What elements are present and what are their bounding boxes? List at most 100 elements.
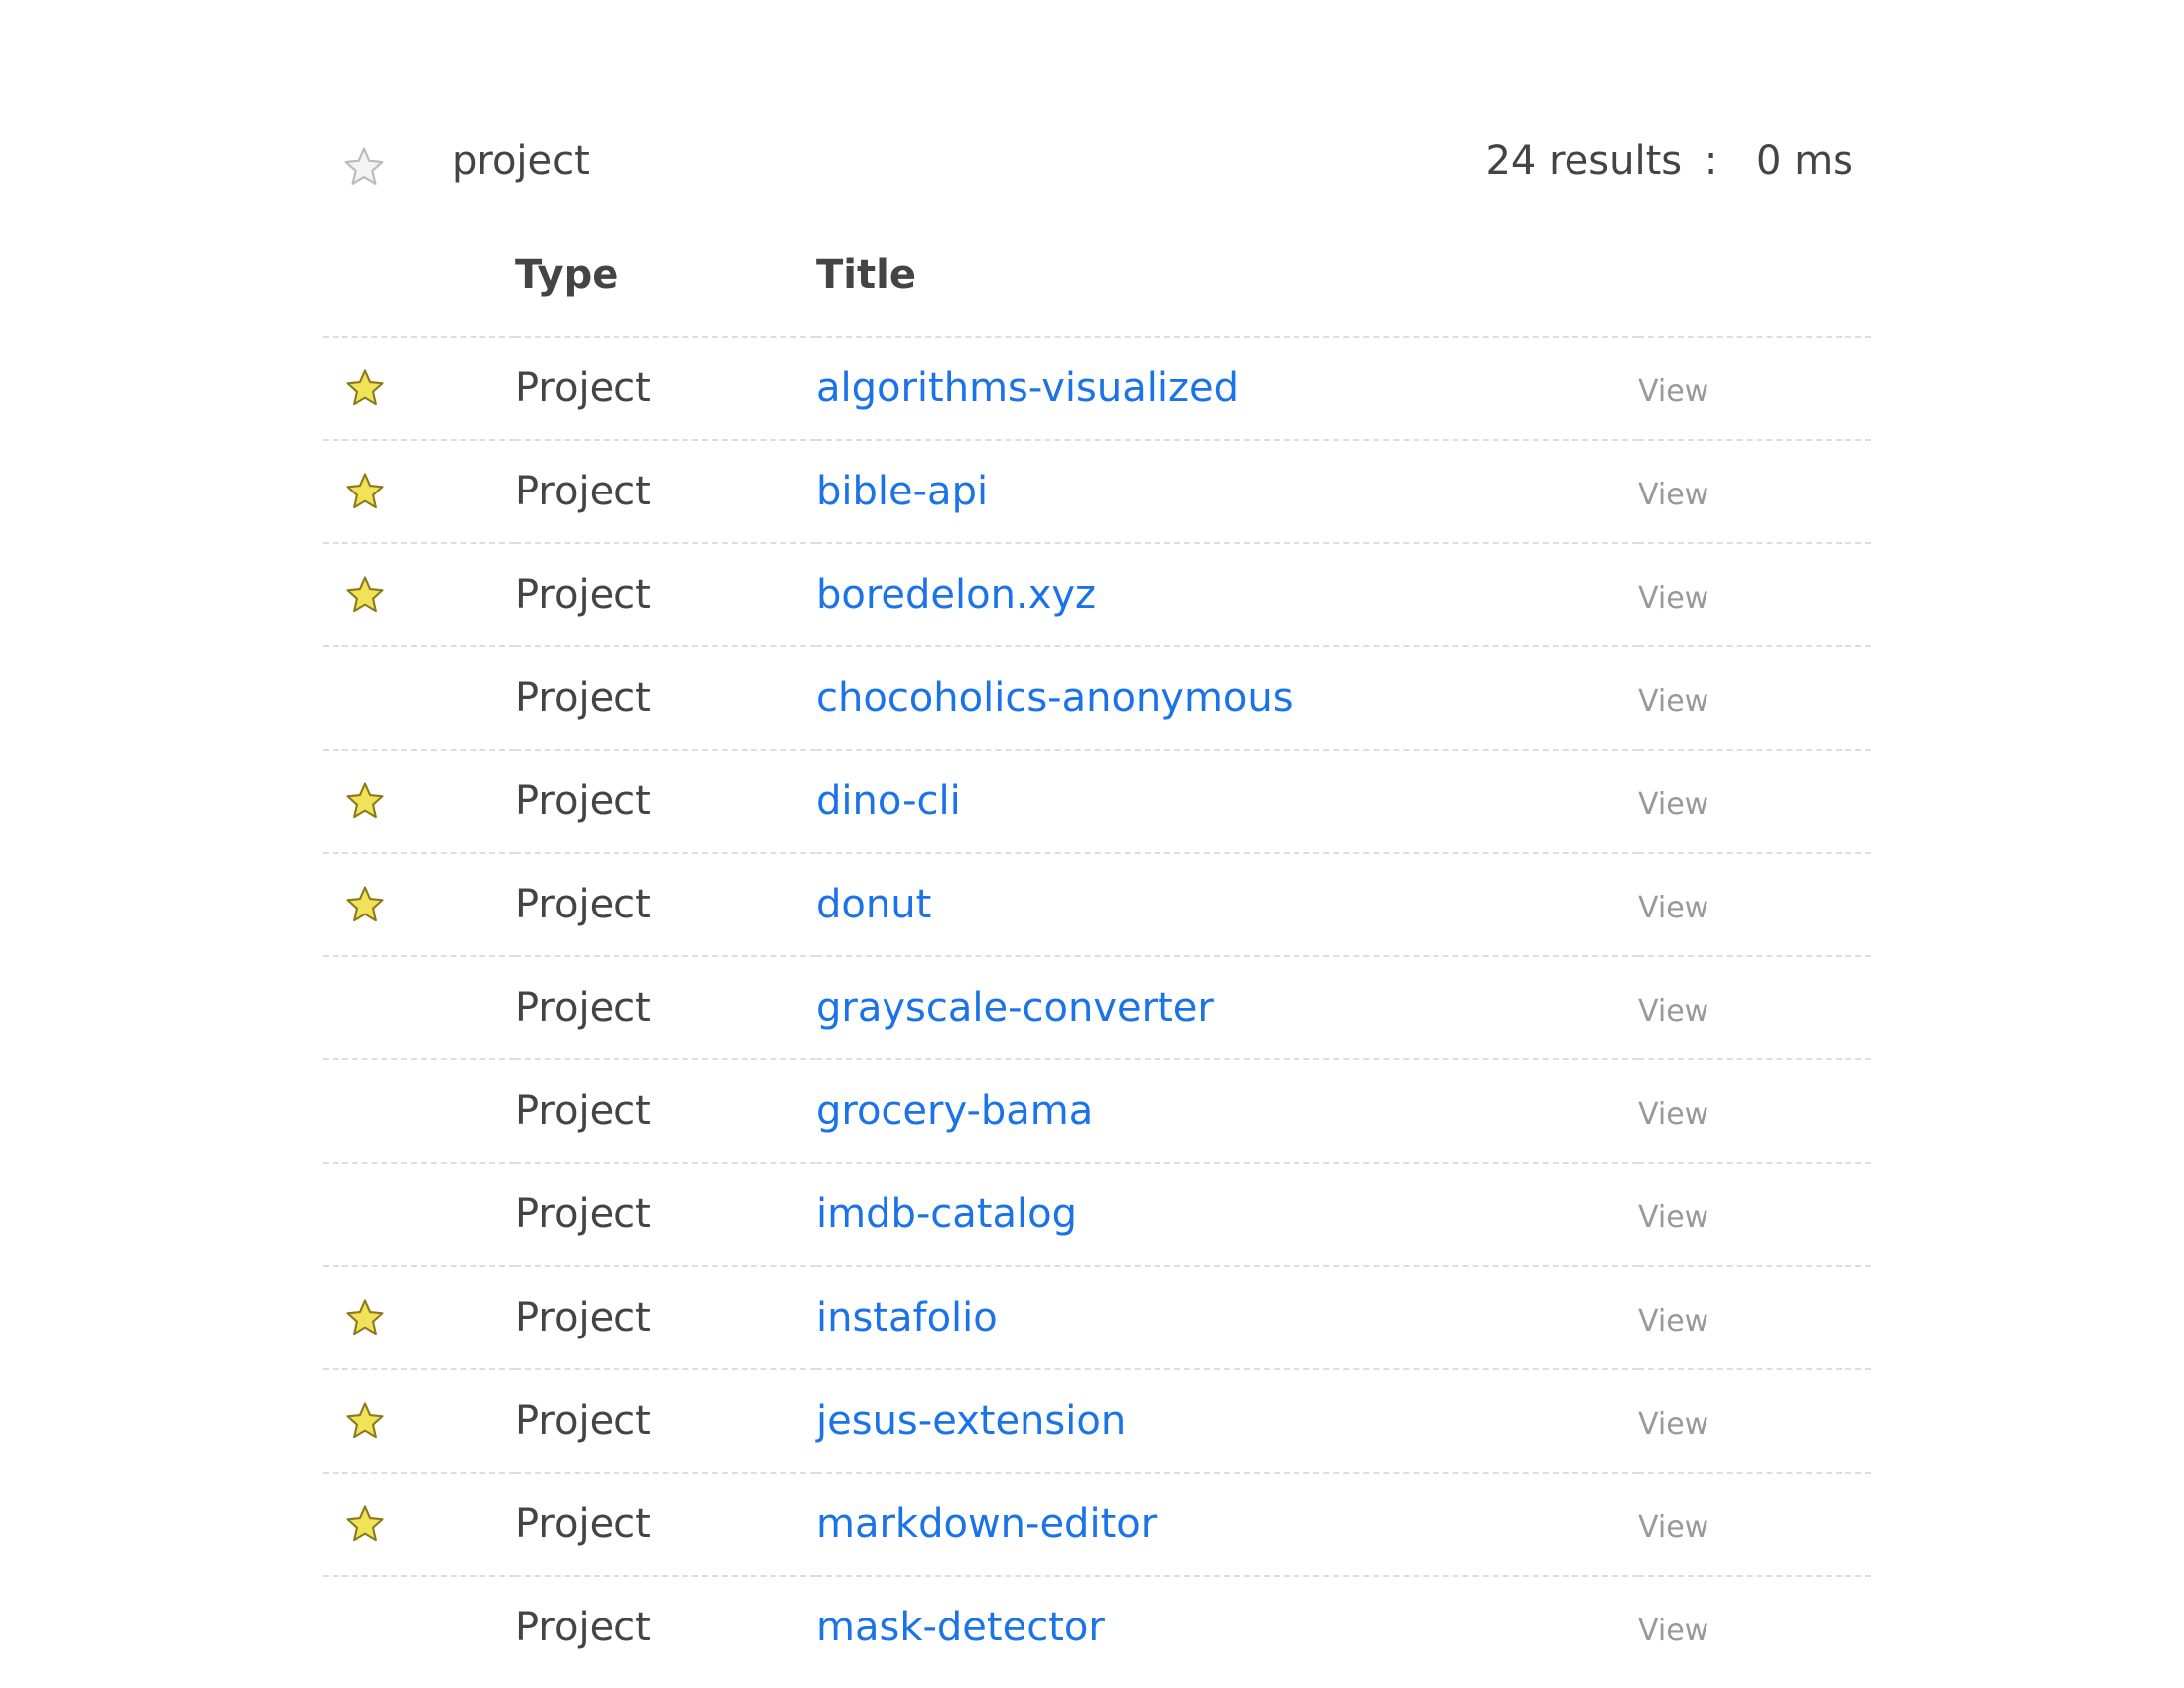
title-cell: imdb-catalog [816, 1162, 1638, 1266]
table-row: Project boredelon.xyz View [323, 542, 1871, 646]
type-cell: Project [515, 1162, 816, 1266]
type-cell: Project [515, 645, 816, 750]
title-cell: chocoholics-anonymous [816, 645, 1638, 750]
title-cell: markdown-editor [816, 1472, 1638, 1576]
type-cell: Project [515, 1575, 816, 1678]
action-cell: View [1638, 955, 1871, 1059]
title-cell: mask-detector [816, 1575, 1638, 1678]
table-row: Project jesus-extension View [323, 1368, 1871, 1473]
action-cell: View [1638, 1162, 1871, 1266]
star-filled-icon[interactable] [323, 1297, 515, 1338]
view-link[interactable]: View [1638, 1097, 1708, 1132]
view-link[interactable]: View [1638, 1614, 1708, 1648]
title-cell: grayscale-converter [816, 955, 1638, 1059]
type-cell: Project [515, 1472, 816, 1576]
star-cell [323, 749, 515, 853]
view-link[interactable]: View [1638, 994, 1708, 1029]
search-query: project [452, 138, 590, 184]
type-cell: Project [515, 542, 816, 646]
view-link[interactable]: View [1638, 1200, 1708, 1235]
table-row: Project chocoholics-anonymous View [323, 645, 1871, 750]
table-row: Project bible-api View [323, 439, 1871, 543]
action-cell: View [1638, 336, 1871, 440]
action-cell: View [1638, 439, 1871, 543]
title-link[interactable]: grocery-bama [816, 1088, 1093, 1134]
table-row: Project grayscale-converter View [323, 955, 1871, 1059]
star-filled-icon[interactable] [323, 471, 515, 512]
table-row: Project algorithms-visualized View [323, 336, 1871, 440]
results-info: 24 results : 0 ms [1485, 137, 1853, 185]
table-header-row: Type Title [323, 214, 1871, 337]
header-action [1638, 214, 1871, 337]
title-link[interactable]: bible-api [816, 469, 988, 514]
view-link[interactable]: View [1638, 1510, 1708, 1545]
title-link[interactable]: chocoholics-anonymous [816, 675, 1294, 721]
title-cell: jesus-extension [816, 1368, 1638, 1473]
star-cell [323, 1058, 515, 1163]
view-link[interactable]: View [1638, 891, 1708, 925]
title-link[interactable]: algorithms-visualized [816, 365, 1239, 411]
star-filled-icon[interactable] [323, 1503, 515, 1545]
table-row: Project markdown-editor View [323, 1472, 1871, 1576]
search-results-panel: project 24 results : 0 ms Type Title Pro… [323, 119, 1871, 1678]
title-cell: boredelon.xyz [816, 542, 1638, 646]
title-link[interactable]: boredelon.xyz [816, 572, 1096, 618]
header-type[interactable]: Type [515, 214, 816, 337]
star-filled-icon[interactable] [323, 884, 515, 925]
star-cell [323, 336, 515, 440]
star-cell [323, 439, 515, 543]
table-row: Project grocery-bama View [323, 1058, 1871, 1163]
star-cell [323, 1265, 515, 1369]
type-cell: Project [515, 336, 816, 440]
action-cell: View [1638, 749, 1871, 853]
results-count: 24 results [1485, 138, 1683, 184]
view-link[interactable]: View [1638, 787, 1708, 822]
type-cell: Project [515, 1368, 816, 1473]
title-link[interactable]: markdown-editor [816, 1501, 1157, 1547]
star-outline-icon[interactable] [342, 145, 386, 189]
star-filled-icon[interactable] [323, 1400, 515, 1442]
title-link[interactable]: instafolio [816, 1295, 998, 1340]
star-filled-icon[interactable] [323, 574, 515, 616]
table-row: Project mask-detector View [323, 1575, 1871, 1678]
view-link[interactable]: View [1638, 581, 1708, 616]
title-cell: bible-api [816, 439, 1638, 543]
action-cell: View [1638, 1368, 1871, 1473]
title-link[interactable]: grayscale-converter [816, 985, 1214, 1031]
title-cell: grocery-bama [816, 1058, 1638, 1163]
type-cell: Project [515, 749, 816, 853]
title-link[interactable]: donut [816, 882, 931, 927]
action-cell: View [1638, 1058, 1871, 1163]
action-cell: View [1638, 645, 1871, 750]
table-row: Project instafolio View [323, 1265, 1871, 1369]
title-cell: donut [816, 852, 1638, 956]
header-title[interactable]: Title [816, 214, 1638, 337]
star-cell [323, 852, 515, 956]
view-link[interactable]: View [1638, 478, 1708, 512]
title-cell: algorithms-visualized [816, 336, 1638, 440]
star-cell [323, 1368, 515, 1473]
results-separator: : [1704, 138, 1718, 184]
results-time: 0 ms [1756, 138, 1853, 184]
view-link[interactable]: View [1638, 1407, 1708, 1442]
type-cell: Project [515, 955, 816, 1059]
title-link[interactable]: dino-cli [816, 778, 961, 824]
type-cell: Project [515, 1265, 816, 1369]
star-cell [323, 542, 515, 646]
table-row: Project donut View [323, 852, 1871, 956]
type-cell: Project [515, 852, 816, 956]
action-cell: View [1638, 1265, 1871, 1369]
title-link[interactable]: imdb-catalog [816, 1192, 1077, 1237]
view-link[interactable]: View [1638, 684, 1708, 719]
view-link[interactable]: View [1638, 1304, 1708, 1338]
star-filled-icon[interactable] [323, 780, 515, 822]
star-cell [323, 1575, 515, 1678]
title-link[interactable]: mask-detector [816, 1605, 1105, 1650]
action-cell: View [1638, 542, 1871, 646]
view-link[interactable]: View [1638, 374, 1708, 409]
star-cell [323, 1162, 515, 1266]
star-filled-icon[interactable] [323, 367, 515, 409]
header-star [323, 214, 515, 337]
title-cell: dino-cli [816, 749, 1638, 853]
title-link[interactable]: jesus-extension [816, 1398, 1126, 1444]
